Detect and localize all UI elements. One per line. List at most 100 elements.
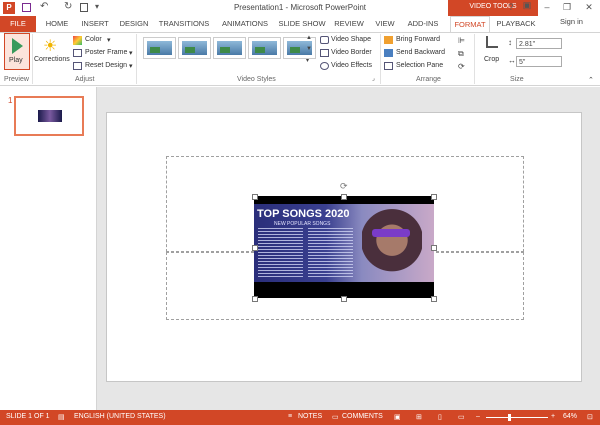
slide-sorter-icon[interactable]: ⊞ <box>416 413 422 421</box>
crop-label: Crop <box>484 56 500 63</box>
minimize-icon[interactable]: – <box>540 2 554 12</box>
ribbon-separator <box>474 34 475 84</box>
adjust-group-label: Adjust <box>75 76 95 83</box>
gallery-scroll-up-icon[interactable]: ▲ <box>306 35 312 41</box>
rotate-handle-icon[interactable]: ⟳ <box>340 181 348 192</box>
video-style-thumbnail[interactable] <box>248 37 281 59</box>
bring-forward-icon <box>384 36 393 44</box>
play-label: Play <box>9 57 23 64</box>
zoom-level[interactable]: 64% <box>563 413 577 420</box>
resize-handle[interactable] <box>252 194 258 200</box>
notes-icon[interactable]: ≡ <box>288 413 292 420</box>
sign-in-link[interactable]: Sign in <box>560 17 583 26</box>
width-input[interactable]: 5" <box>516 56 562 67</box>
selection-pane-label: Selection Pane <box>396 62 444 69</box>
chevron-down-icon: ▾ <box>107 37 111 44</box>
reset-design-label: Reset Design <box>85 62 128 69</box>
video-effects-icon <box>320 62 329 70</box>
height-icon: ↕ <box>508 38 512 47</box>
tab-insert[interactable]: INSERT <box>78 16 112 32</box>
slide-show-icon[interactable]: ▭ <box>458 413 465 421</box>
maximize-icon[interactable]: ❐ <box>560 2 574 13</box>
bring-forward-label: Bring Forward <box>396 36 440 43</box>
rotate-icon[interactable]: ⟳ <box>458 62 465 71</box>
tab-review[interactable]: REVIEW <box>332 16 366 32</box>
selection-pane-icon <box>384 62 393 70</box>
song-list <box>258 228 303 278</box>
play-button[interactable]: Play <box>4 33 30 70</box>
tab-animations[interactable]: ANIMATIONS <box>217 16 273 32</box>
reset-design-button[interactable]: Reset Design ▾ <box>73 62 133 72</box>
group-icon[interactable]: ⧉ <box>458 49 464 59</box>
slide-number: 1 <box>8 96 13 105</box>
video-border-button[interactable]: Video Border <box>320 49 380 59</box>
video-style-thumbnail[interactable] <box>213 37 246 59</box>
title-bar: P ↶ ↻ ▾ Presentation1 - Microsoft PowerP… <box>0 0 600 16</box>
comments-icon[interactable]: ▭ <box>332 413 339 421</box>
resize-handle[interactable] <box>252 245 258 251</box>
align-icon[interactable]: ⊫ <box>458 36 465 45</box>
normal-view-icon[interactable]: ▣ <box>394 413 401 421</box>
crop-icon <box>486 36 498 48</box>
resize-handle[interactable] <box>431 296 437 302</box>
resize-handle[interactable] <box>341 296 347 302</box>
zoom-slider-thumb[interactable] <box>508 414 511 421</box>
tab-home[interactable]: HOME <box>42 16 72 32</box>
zoom-slider[interactable] <box>486 414 548 421</box>
video-shape-button[interactable]: Video Shape <box>320 36 380 46</box>
close-icon[interactable]: ✕ <box>582 2 596 13</box>
send-backward-label: Send Backward <box>396 49 446 56</box>
ribbon-display-options-icon[interactable]: ▣ <box>520 0 534 11</box>
video-effects-label: Video Effects <box>331 62 372 69</box>
fit-to-window-icon[interactable]: ⊡ <box>587 413 593 421</box>
ribbon-separator <box>136 34 137 84</box>
gallery-more-icon[interactable]: ▾ <box>306 57 309 64</box>
help-icon[interactable]: ? <box>504 2 518 12</box>
send-backward-button[interactable]: Send Backward <box>384 49 450 59</box>
tab-format[interactable]: FORMAT <box>450 16 490 32</box>
video-style-thumbnail[interactable] <box>178 37 211 59</box>
dialog-launcher-icon[interactable]: ⌟ <box>372 75 375 82</box>
corrections-button[interactable]: ☀ Corrections <box>34 34 70 72</box>
tab-playback[interactable]: PLAYBACK <box>494 16 538 32</box>
comments-button[interactable]: COMMENTS <box>342 413 383 420</box>
tab-file[interactable]: FILE <box>0 16 36 32</box>
video-effects-button[interactable]: Video Effects <box>320 62 380 72</box>
bring-forward-button[interactable]: Bring Forward <box>384 36 450 46</box>
poster-frame-button[interactable]: Poster Frame ▾ <box>73 49 133 59</box>
height-input[interactable]: 2.81" <box>516 38 562 49</box>
tab-design[interactable]: DESIGN <box>117 16 151 32</box>
resize-handle[interactable] <box>341 194 347 200</box>
collapse-ribbon-icon[interactable]: ⌃ <box>588 76 594 84</box>
resize-handle[interactable] <box>431 245 437 251</box>
arrange-group-label: Arrange <box>416 76 441 83</box>
tab-transitions[interactable]: TRANSITIONS <box>156 16 212 32</box>
video-style-thumbnail[interactable] <box>143 37 176 59</box>
play-icon <box>12 38 23 54</box>
video-subtitle: NEW POPULAR SONGS <box>274 221 331 227</box>
preview-group-label: Preview <box>4 76 29 83</box>
color-icon <box>73 36 82 45</box>
crop-button[interactable]: Crop <box>480 34 506 70</box>
language-indicator[interactable]: ENGLISH (UNITED STATES) <box>74 413 166 420</box>
tab-add-ins[interactable]: ADD-INS <box>404 16 442 32</box>
video-shape-label: Video Shape <box>331 36 371 43</box>
resize-handle[interactable] <box>431 194 437 200</box>
color-label: Color <box>85 36 102 43</box>
resize-handle[interactable] <box>252 296 258 302</box>
reading-view-icon[interactable]: ▯ <box>438 413 442 421</box>
video-object[interactable]: TOP SONGS 2020 NEW POPULAR SONGS <box>254 196 434 298</box>
color-button[interactable]: Color ▾ <box>73 36 133 46</box>
tab-view[interactable]: VIEW <box>371 16 399 32</box>
reset-design-icon <box>73 62 82 70</box>
notes-button[interactable]: NOTES <box>298 413 322 420</box>
thumbnail-video-preview <box>38 110 62 122</box>
spellcheck-icon[interactable]: ▤ <box>58 413 65 421</box>
video-border-label: Video Border <box>331 49 372 56</box>
zoom-in-icon[interactable]: + <box>551 413 555 420</box>
zoom-out-icon[interactable]: – <box>476 413 480 420</box>
gallery-scroll-down-icon[interactable]: ▼ <box>306 46 312 52</box>
selection-pane-button[interactable]: Selection Pane <box>384 62 450 72</box>
slide-thumbnail[interactable] <box>14 96 84 136</box>
tab-slide-show[interactable]: SLIDE SHOW <box>278 16 326 32</box>
